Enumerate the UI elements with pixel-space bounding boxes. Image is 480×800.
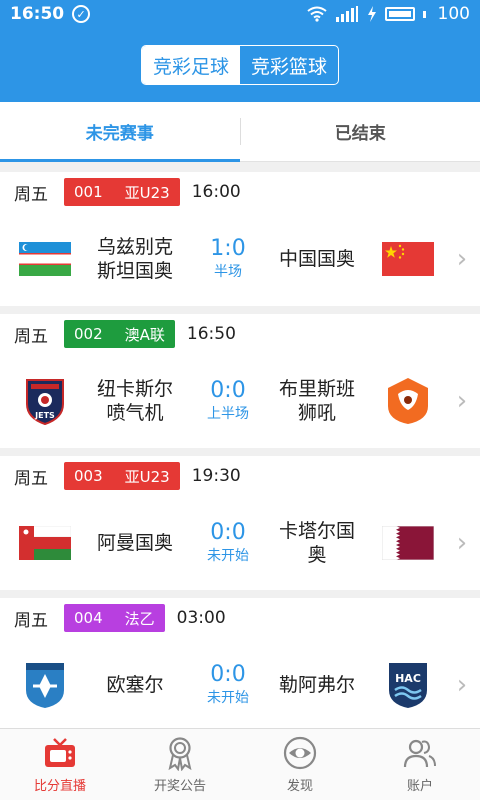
auxerre-crest-icon (26, 663, 64, 708)
nav-label: 发现 (286, 779, 313, 794)
newcastle-jets-crest-icon: JETS (26, 379, 64, 426)
match-list: 周五 001 亚U23 16:00 乌兹别克 斯坦国奥 1:0 半场 中国国奥 … (0, 162, 480, 728)
match-card[interactable]: 周五 004 法乙 03:00 欧塞尔 0:0 未开始 勒阿弗尔 HAC › (0, 598, 480, 728)
chevron-right-icon[interactable]: › (452, 528, 472, 558)
status-time: 16:50 (10, 4, 65, 24)
nav-label: 比分直播 (33, 779, 86, 794)
match-status: 上半场 (207, 406, 249, 422)
match-status: 未开始 (207, 548, 249, 564)
le-havre-crest-icon: HAC (389, 663, 427, 708)
match-status-tabs: 未完赛事 已结束 (0, 102, 480, 162)
tv-icon (45, 738, 75, 767)
match-time: 16:00 (191, 182, 241, 202)
home-team: 欧塞尔 (106, 674, 164, 696)
score-block: 0:0 上半场 (196, 378, 260, 424)
signal-icon (335, 6, 358, 22)
nav-discover[interactable]: 发现 (240, 729, 360, 800)
users-icon (403, 739, 436, 768)
away-team: 布里斯班 狮吼 (278, 378, 355, 424)
uzbekistan-flag-icon (19, 242, 71, 276)
bottom-nav: 比分直播 开奖公告 发现 账户 (0, 728, 480, 800)
match-day: 周五 (14, 326, 48, 347)
battery-icon (384, 7, 415, 21)
match-number: 003 (74, 467, 103, 485)
battery-tip-icon (422, 10, 426, 18)
svg-text:HAC: HAC (395, 672, 421, 685)
away-team: 中国国奥 (278, 248, 355, 270)
score-block: 0:0 未开始 (196, 662, 260, 708)
match-score: 1:0 (210, 236, 246, 261)
nav-account[interactable]: 账户 (360, 729, 480, 800)
home-team: 阿曼国奥 (96, 532, 173, 554)
league-name: 亚U23 (124, 183, 170, 202)
match-status: 未开始 (207, 690, 249, 706)
wifi-icon (306, 6, 327, 22)
league-name: 亚U23 (124, 467, 170, 486)
match-number: 004 (74, 609, 103, 627)
league-badge: 002 澳A联 (64, 320, 175, 348)
match-score: 0:0 (210, 662, 246, 687)
league-badge: 004 法乙 (64, 604, 165, 632)
oman-flag-icon (19, 526, 71, 560)
match-time: 16:50 (186, 324, 236, 344)
qatar-flag-icon (382, 526, 434, 560)
status-bar: 16:50 ✓ 100 (0, 0, 480, 28)
svg-text:JETS: JETS (34, 411, 55, 420)
chevron-right-icon[interactable]: › (452, 670, 472, 700)
match-day: 周五 (14, 610, 48, 631)
match-card[interactable]: 周五 003 亚U23 19:30 阿曼国奥 0:0 未开始 卡塔尔国 奥 › (0, 456, 480, 590)
away-team: 勒阿弗尔 (278, 674, 355, 696)
score-block: 1:0 半场 (196, 236, 260, 282)
charging-icon (367, 6, 376, 22)
home-team: 纽卡斯尔 喷气机 (96, 378, 173, 424)
sport-switcher: 竞彩足球 竞彩篮球 (141, 45, 339, 85)
match-day: 周五 (14, 184, 48, 205)
nav-live-scores[interactable]: 比分直播 (0, 729, 120, 800)
sync-check-icon: ✓ (72, 5, 91, 23)
match-score: 0:0 (210, 378, 246, 403)
award-icon (168, 737, 192, 771)
league-badge: 001 亚U23 (64, 178, 180, 206)
match-time: 03:00 (176, 608, 226, 628)
nav-lottery-results[interactable]: 开奖公告 (120, 729, 240, 800)
match-number: 001 (74, 183, 103, 201)
battery-level: 100 (437, 4, 470, 24)
china-flag-icon (382, 242, 434, 276)
league-badge: 003 亚U23 (64, 462, 180, 490)
tab-unfinished[interactable]: 未完赛事 (0, 102, 240, 162)
nav-label: 开奖公告 (153, 779, 206, 794)
match-score: 0:0 (210, 520, 246, 545)
brisbane-roar-crest-icon (388, 378, 428, 424)
match-day: 周五 (14, 468, 48, 489)
app-header: 竞彩足球 竞彩篮球 (0, 28, 480, 102)
match-card[interactable]: 周五 001 亚U23 16:00 乌兹别克 斯坦国奥 1:0 半场 中国国奥 … (0, 172, 480, 306)
segment-football[interactable]: 竞彩足球 (142, 46, 240, 84)
match-time: 19:30 (191, 466, 241, 486)
match-number: 002 (74, 325, 103, 343)
score-block: 0:0 未开始 (196, 520, 260, 566)
match-status: 半场 (214, 264, 242, 280)
chevron-right-icon[interactable]: › (452, 244, 472, 274)
away-team: 卡塔尔国 奥 (278, 520, 355, 566)
tab-finished[interactable]: 已结束 (241, 102, 480, 161)
league-name: 法乙 (124, 609, 155, 628)
chevron-right-icon[interactable]: › (452, 386, 472, 416)
nav-label: 账户 (406, 779, 433, 794)
eye-icon (283, 736, 317, 770)
home-team: 乌兹别克 斯坦国奥 (96, 236, 173, 282)
league-name: 澳A联 (124, 325, 165, 344)
segment-basketball[interactable]: 竞彩篮球 (240, 46, 338, 84)
match-card[interactable]: 周五 002 澳A联 16:50 JETS 纽卡斯尔 喷气机 0:0 上半场 布… (0, 314, 480, 448)
